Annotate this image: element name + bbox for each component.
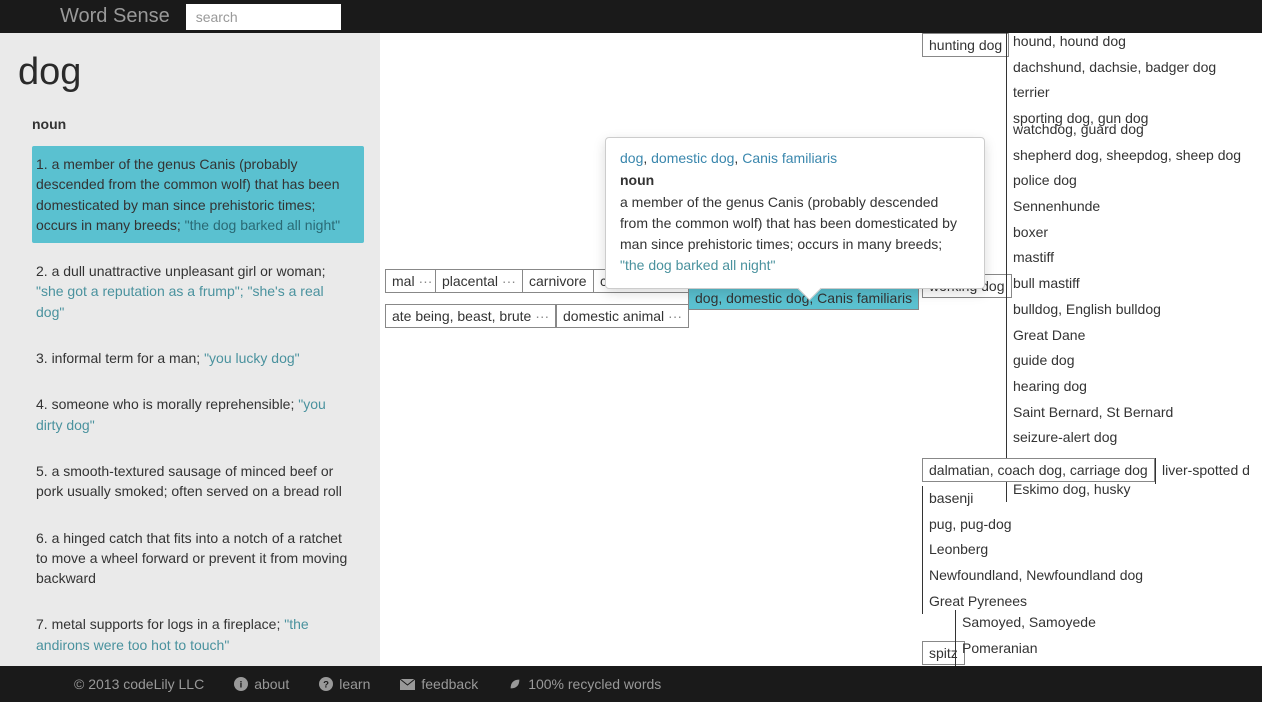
graph-item[interactable]: police dog xyxy=(1010,168,1244,194)
graph-node-label: domestic animal xyxy=(563,308,664,324)
search-input[interactable] xyxy=(186,4,341,30)
definition-text: 4. someone who is morally reprehensible; xyxy=(36,396,298,412)
graph-node[interactable]: placental ··· xyxy=(435,269,523,293)
svg-text:?: ? xyxy=(323,680,329,691)
definition-text: 5. a smooth-textured sausage of minced b… xyxy=(36,463,342,499)
graph-item[interactable]: pug, pug-dog xyxy=(926,512,1146,538)
info-icon: i xyxy=(234,677,248,691)
graph-item[interactable]: Great Dane xyxy=(1010,323,1244,349)
graph-item[interactable]: hound, hound dog xyxy=(1010,33,1219,55)
definition-item[interactable]: 5. a smooth-textured sausage of minced b… xyxy=(32,453,364,510)
graph-item[interactable]: watchdog, guard dog xyxy=(1010,117,1244,143)
graph-node[interactable]: domestic animal ··· xyxy=(556,304,689,328)
ellipsis-icon: ··· xyxy=(415,273,433,289)
graph-item[interactable]: Sennenhunde xyxy=(1010,194,1244,220)
ellipsis-icon: ··· xyxy=(664,308,682,324)
definition-text: 3. informal term for a man; xyxy=(36,350,204,366)
graph-item[interactable]: hearing dog xyxy=(1010,374,1244,400)
definition-quote: "you lucky dog" xyxy=(204,350,300,366)
footer-about-link[interactable]: about xyxy=(254,676,289,692)
graph-item[interactable]: liver-spotted d xyxy=(1159,458,1253,484)
footer-learn-link[interactable]: learn xyxy=(339,676,370,692)
mail-icon xyxy=(400,679,415,690)
popover-links: dog, domestic dog, Canis familiaris xyxy=(620,150,970,166)
leaf-icon xyxy=(508,677,522,691)
definition-text: 6. a hinged catch that fits into a notch… xyxy=(36,530,347,587)
graph-column: basenjipug, pug-dogLeonbergNewfoundland,… xyxy=(922,486,1146,614)
popover-link[interactable]: dog xyxy=(620,150,643,166)
popover-def: a member of the genus Canis (probably de… xyxy=(620,192,970,276)
definition-item[interactable]: 6. a hinged catch that fits into a notch… xyxy=(32,520,364,597)
graph-item[interactable]: Leonberg xyxy=(926,537,1146,563)
footer-copyright: © 2013 codeLily LLC xyxy=(74,676,204,692)
graph-item[interactable]: bulldog, English bulldog xyxy=(1010,297,1244,323)
graph-node-label: dalmatian, coach dog, carriage dog xyxy=(929,462,1148,478)
graph-column: watchdog, guard dogshepherd dog, sheepdo… xyxy=(1006,117,1244,502)
graph-node[interactable]: mal ··· xyxy=(385,269,439,293)
definition-text: 2. a dull unattractive unpleasant girl o… xyxy=(36,263,326,279)
graph-item[interactable]: mastiff xyxy=(1010,245,1244,271)
footer-feedback-link[interactable]: feedback xyxy=(421,676,478,692)
definition-quote: "she got a reputation as a frump"; "she'… xyxy=(36,283,324,319)
definition-text: 7. metal supports for logs in a fireplac… xyxy=(36,616,284,632)
main-area: dog noun 1. a member of the genus Canis … xyxy=(0,33,1262,666)
graph-node-label: mal xyxy=(392,273,415,289)
definition-item[interactable]: 1. a member of the genus Canis (probably… xyxy=(32,146,364,243)
graph-column: liver-spotted d xyxy=(1155,458,1253,484)
graph-node[interactable]: ate being, beast, brute ··· xyxy=(385,304,556,328)
popover-link[interactable]: domestic dog xyxy=(651,150,734,166)
footer-recycled: 100% recycled words xyxy=(528,676,661,692)
graph-item[interactable]: shepherd dog, sheepdog, sheep dog xyxy=(1010,143,1244,169)
definition-item[interactable]: 7. metal supports for logs in a fireplac… xyxy=(32,606,364,663)
popover-def-quote: "the dog barked all night" xyxy=(620,257,776,273)
graph-item[interactable]: bull mastiff xyxy=(1010,271,1244,297)
sidebar: dog noun 1. a member of the genus Canis … xyxy=(0,33,380,666)
brand-title[interactable]: Word Sense xyxy=(60,5,170,28)
graph-item[interactable]: terrier xyxy=(1010,80,1219,106)
popover-def-text: a member of the genus Canis (probably de… xyxy=(620,194,957,252)
graph-node-label: placental xyxy=(442,273,498,289)
popover-link[interactable]: Canis familiaris xyxy=(742,150,837,166)
definition-item[interactable]: 3. informal term for a man; "you lucky d… xyxy=(32,340,364,376)
definition-popover: dog, domestic dog, Canis familiaris noun… xyxy=(605,137,985,289)
graph-item[interactable]: seizure-alert dog xyxy=(1010,425,1244,451)
graph-node-label: spitz xyxy=(929,645,958,661)
pos-noun-label: noun xyxy=(18,116,364,132)
header-bar: Word Sense xyxy=(0,0,1262,33)
ellipsis-icon: ··· xyxy=(531,308,549,324)
graph-item[interactable]: chow, chow chow xyxy=(959,661,1099,666)
help-icon: ? xyxy=(319,677,333,691)
graph-node[interactable]: dalmatian, coach dog, carriage dog xyxy=(922,458,1155,482)
graph-canvas[interactable]: dog, domestic dog, Canis familiaris noun… xyxy=(380,33,1262,666)
graph-node[interactable]: hunting dog xyxy=(922,33,1009,57)
footer-bar: © 2013 codeLily LLC iabout ? learn feedba… xyxy=(0,666,1262,702)
graph-item[interactable]: dachshund, dachsie, badger dog xyxy=(1010,55,1219,81)
graph-item[interactable]: Samoyed, Samoyede xyxy=(959,610,1099,636)
graph-node[interactable]: carnivore xyxy=(522,269,594,293)
graph-item[interactable]: Pomeranian xyxy=(959,636,1099,662)
graph-node-label: ate being, beast, brute xyxy=(392,308,531,324)
definition-item[interactable]: 4. someone who is morally reprehensible;… xyxy=(32,386,364,443)
graph-item[interactable]: Newfoundland, Newfoundland dog xyxy=(926,563,1146,589)
graph-item[interactable]: basenji xyxy=(926,486,1146,512)
definition-quote: "the dog barked all night" xyxy=(185,217,341,233)
word-title: dog xyxy=(18,51,364,94)
graph-column: Samoyed, SamoyedePomeranianchow, chow ch… xyxy=(955,610,1099,666)
graph-item[interactable]: boxer xyxy=(1010,220,1244,246)
graph-node-label: hunting dog xyxy=(929,37,1002,53)
definition-item[interactable]: 2. a dull unattractive unpleasant girl o… xyxy=(32,253,364,330)
graph-node-label: carnivore xyxy=(529,273,587,289)
graph-item[interactable]: guide dog xyxy=(1010,348,1244,374)
popover-pos: noun xyxy=(620,172,970,188)
svg-text:i: i xyxy=(240,680,243,691)
ellipsis-icon: ··· xyxy=(498,273,516,289)
graph-item[interactable]: Saint Bernard, St Bernard xyxy=(1010,400,1244,426)
